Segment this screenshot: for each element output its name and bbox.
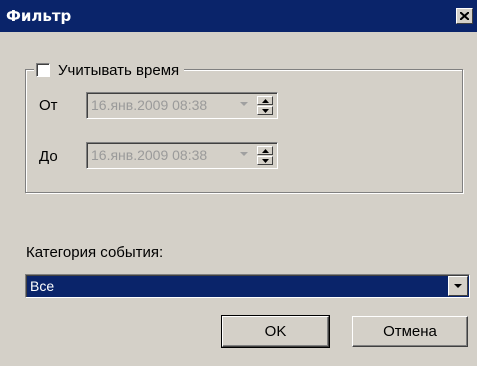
close-icon xyxy=(460,12,469,20)
arrow-down-icon xyxy=(262,109,269,113)
filter-dialog: Фильтр Учитывать время От 16.янв.2009 08… xyxy=(0,0,477,366)
from-datetime-picker[interactable]: 16.янв.2009 08:38 xyxy=(86,92,278,119)
close-button[interactable] xyxy=(456,8,473,24)
to-label: До xyxy=(39,148,58,165)
from-spinner[interactable] xyxy=(257,96,275,115)
dropdown-arrow-icon[interactable] xyxy=(240,152,248,157)
time-filter-legend: Учитывать время xyxy=(34,60,185,80)
to-datetime-value: 16.янв.2009 08:38 xyxy=(91,147,208,163)
category-dropdown-button[interactable] xyxy=(448,276,468,296)
window-title: Фильтр xyxy=(6,7,72,25)
spin-up-button[interactable] xyxy=(257,146,273,155)
use-time-label[interactable]: Учитывать время xyxy=(58,62,179,79)
arrow-down-icon xyxy=(262,159,269,163)
use-time-checkbox[interactable] xyxy=(36,63,50,77)
from-label: От xyxy=(39,97,58,114)
to-datetime-picker[interactable]: 16.янв.2009 08:38 xyxy=(86,142,278,169)
category-label: Категория события: xyxy=(26,244,164,261)
ok-button[interactable]: OK xyxy=(221,315,330,348)
to-spinner[interactable] xyxy=(257,146,275,165)
from-datetime-value: 16.янв.2009 08:38 xyxy=(91,97,208,113)
spin-down-button[interactable] xyxy=(257,156,273,165)
spin-up-button[interactable] xyxy=(257,96,273,105)
category-select[interactable]: Все xyxy=(25,274,470,298)
time-filter-group xyxy=(25,69,463,193)
spin-down-button[interactable] xyxy=(257,106,273,115)
chevron-down-icon xyxy=(454,284,462,288)
arrow-up-icon xyxy=(262,99,269,103)
category-selected-value: Все xyxy=(30,278,55,294)
title-bar[interactable]: Фильтр xyxy=(0,0,477,32)
arrow-up-icon xyxy=(262,149,269,153)
cancel-button[interactable]: Отмена xyxy=(352,316,468,347)
dropdown-arrow-icon[interactable] xyxy=(240,102,248,107)
